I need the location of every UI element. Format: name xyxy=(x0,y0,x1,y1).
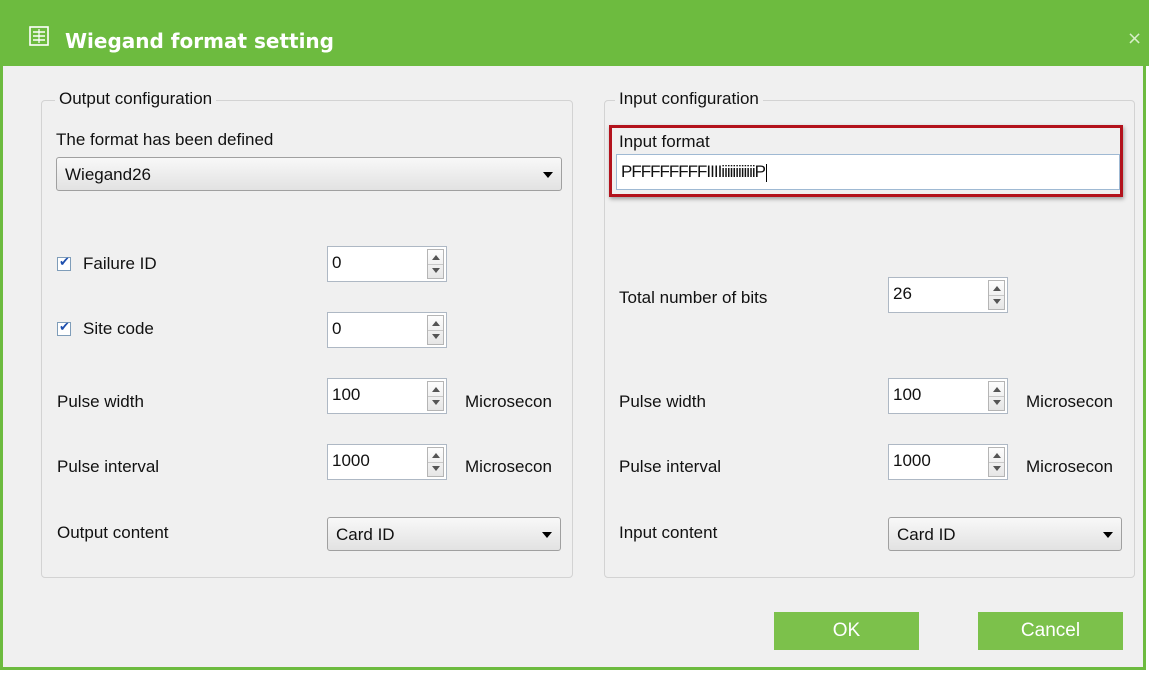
output-content-value: Card ID xyxy=(336,525,395,544)
dialog-title: Wiegand format setting xyxy=(65,29,334,53)
spin-up-icon[interactable] xyxy=(993,453,1001,458)
output-pulse-interval-value: 1000 xyxy=(332,451,370,470)
input-pulse-interval-unit: Microsecon xyxy=(1026,457,1113,476)
failure-id-value: 0 xyxy=(332,253,342,272)
spin-down-icon[interactable] xyxy=(432,466,440,471)
spin-down-icon[interactable] xyxy=(993,400,1001,405)
input-pulse-interval-spinner[interactable]: 1000 xyxy=(888,444,1008,480)
output-pulse-width-value: 100 xyxy=(332,385,361,404)
total-bits-label: Total number of bits xyxy=(619,288,768,307)
output-configuration-legend: Output configuration xyxy=(55,89,217,109)
input-content-select[interactable]: Card ID xyxy=(888,517,1122,551)
chevron-down-icon xyxy=(1103,532,1113,538)
failure-id-checkbox[interactable]: ✔ xyxy=(57,255,71,271)
spin-buttons[interactable] xyxy=(427,381,444,411)
chevron-down-icon xyxy=(542,532,552,538)
spin-down-icon[interactable] xyxy=(432,400,440,405)
checkmark-icon: ✔ xyxy=(59,255,70,270)
output-pulse-width-unit: Microsecon xyxy=(465,392,552,411)
site-code-spinner[interactable]: 0 xyxy=(327,312,447,348)
spin-up-icon[interactable] xyxy=(432,321,440,326)
spin-up-icon[interactable] xyxy=(993,387,1001,392)
title-bar: Wiegand format setting × xyxy=(3,0,1149,66)
failure-id-label: Failure ID xyxy=(83,254,157,273)
input-content-label: Input content xyxy=(619,523,718,542)
spin-down-icon[interactable] xyxy=(993,299,1001,304)
wiegand-format-dialog: Wiegand format setting × Output configur… xyxy=(0,0,1149,670)
input-pulse-width-spinner[interactable]: 100 xyxy=(888,378,1008,414)
output-content-label: Output content xyxy=(57,523,169,542)
output-pulse-interval-spinner[interactable]: 1000 xyxy=(327,444,447,480)
input-pulse-interval-label: Pulse interval xyxy=(619,457,722,476)
input-pulse-interval-value: 1000 xyxy=(893,451,931,470)
spin-up-icon[interactable] xyxy=(432,255,440,260)
output-pulse-width-spinner[interactable]: 100 xyxy=(327,378,447,414)
input-pulse-width-value: 100 xyxy=(893,385,922,404)
spin-buttons[interactable] xyxy=(988,280,1005,310)
spin-down-icon[interactable] xyxy=(432,268,440,273)
checkmark-icon: ✔ xyxy=(59,320,70,335)
spin-up-icon[interactable] xyxy=(993,286,1001,291)
site-code-value: 0 xyxy=(332,319,342,338)
failure-id-spinner[interactable]: 0 xyxy=(327,246,447,282)
ok-button[interactable]: OK xyxy=(774,612,919,650)
output-format-label: The format has been defined xyxy=(56,130,274,149)
spin-buttons[interactable] xyxy=(988,447,1005,477)
output-pulse-interval-label: Pulse interval xyxy=(57,457,160,476)
input-configuration-legend: Input configuration xyxy=(615,89,763,109)
spin-up-icon[interactable] xyxy=(432,453,440,458)
spin-down-icon[interactable] xyxy=(993,466,1001,471)
settings-grid-icon xyxy=(29,26,49,46)
spin-down-icon[interactable] xyxy=(432,334,440,339)
total-bits-spinner[interactable]: 26 xyxy=(888,277,1008,313)
input-pulse-width-label: Pulse width xyxy=(619,392,706,411)
input-format-highlight xyxy=(609,125,1123,197)
input-content-value: Card ID xyxy=(897,525,956,544)
spin-buttons[interactable] xyxy=(427,249,444,279)
chevron-down-icon xyxy=(543,172,553,178)
close-icon[interactable]: × xyxy=(1127,28,1142,49)
output-content-select[interactable]: Card ID xyxy=(327,517,561,551)
output-format-select[interactable]: Wiegand26 xyxy=(56,157,562,191)
output-pulse-interval-unit: Microsecon xyxy=(465,457,552,476)
output-pulse-width-label: Pulse width xyxy=(57,392,144,411)
site-code-checkbox[interactable]: ✔ xyxy=(57,320,71,336)
output-format-value: Wiegand26 xyxy=(65,165,152,184)
cancel-button[interactable]: Cancel xyxy=(978,612,1123,650)
spin-buttons[interactable] xyxy=(427,447,444,477)
input-pulse-width-unit: Microsecon xyxy=(1026,392,1113,411)
spin-buttons[interactable] xyxy=(988,381,1005,411)
spin-up-icon[interactable] xyxy=(432,387,440,392)
total-bits-value: 26 xyxy=(893,284,912,303)
spin-buttons[interactable] xyxy=(427,315,444,345)
site-code-label: Site code xyxy=(83,319,154,338)
